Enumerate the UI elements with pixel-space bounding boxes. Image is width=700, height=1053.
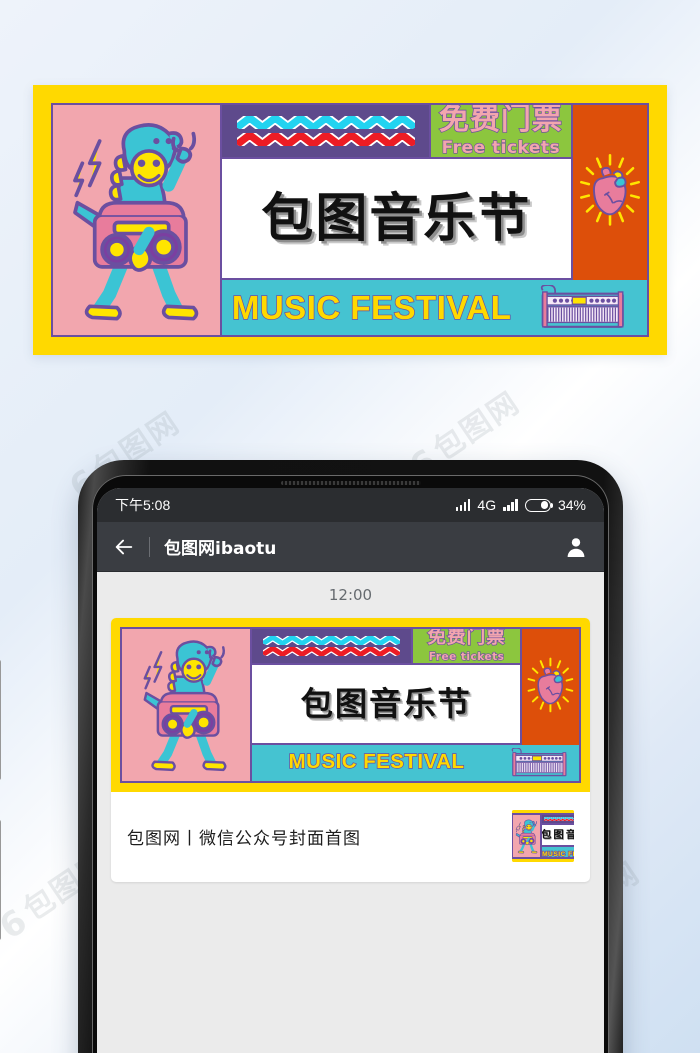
phone-mockup: 下午5:08 4G 34% 包图网ibaotu 12:00 免费门票 Free … bbox=[78, 460, 623, 1053]
phone-bezel: 下午5:08 4G 34% 包图网ibaotu 12:00 免费门票 Free … bbox=[92, 475, 609, 1053]
banner-festival-panel: MUSIC FESTIVAL bbox=[542, 846, 574, 857]
signal-bars-secondary-icon bbox=[503, 499, 518, 511]
watermark-logo-icon: 6 bbox=[0, 900, 37, 948]
banner-festival-panel: MUSIC FESTIVAL bbox=[222, 279, 647, 335]
banner-title-panel: 包图音乐节 bbox=[252, 664, 521, 745]
synthesizer-keyboard-icon bbox=[501, 747, 575, 778]
anatomical-heart-icon bbox=[578, 126, 642, 259]
person-avatar-icon[interactable] bbox=[564, 535, 588, 559]
status-bar: 下午5:08 4G 34% bbox=[97, 488, 604, 522]
free-tickets-cn-label: 免费门票 bbox=[438, 105, 563, 137]
appbar-divider bbox=[149, 536, 150, 557]
free-tickets-en-label: Free tickets bbox=[441, 138, 561, 158]
battery-percent-label: 34% bbox=[557, 497, 586, 513]
banner-zigzag-panel bbox=[252, 629, 414, 663]
chat-area: 12:00 免费门票 Free tickets 包图音乐节 MUSIC FESTIVA… bbox=[97, 572, 604, 1053]
zigzag-red-icon bbox=[544, 819, 574, 822]
free-tickets-en-label: Free tickets bbox=[428, 651, 505, 663]
back-arrow-icon[interactable] bbox=[113, 536, 135, 558]
banner-zigzag-panel bbox=[542, 815, 574, 823]
music-festival-label: MUSIC FESTIVAL bbox=[542, 850, 574, 857]
banner-main-title: 包图音乐节 bbox=[261, 188, 532, 249]
banner-top-row: 免费门票 Free tickets bbox=[252, 629, 521, 665]
dinosaur-musician-icon bbox=[57, 109, 216, 331]
free-tickets-cn-label: 免费门票 bbox=[427, 629, 506, 649]
banner-right-column: 免费门票Free tickets 包图音乐节 MUSIC FESTIVAL bbox=[222, 105, 647, 335]
message-thumbnail[interactable]: 免费门票Free tickets 包图音乐节 MUSIC FESTIVAL bbox=[512, 810, 574, 862]
status-time: 下午5:08 bbox=[115, 497, 171, 513]
phone-screen: 下午5:08 4G 34% 包图网ibaotu 12:00 免费门票 Free … bbox=[97, 488, 604, 1053]
banner-character-panel bbox=[513, 815, 543, 857]
banner-character-panel bbox=[122, 629, 253, 781]
banner-main-title: 包图音乐节 bbox=[300, 684, 472, 723]
banner-free-tickets-panel: 免费门票 Free tickets bbox=[431, 105, 571, 158]
banner-main-title: 包图音乐节 bbox=[542, 828, 574, 841]
music-festival-label: MUSIC FESTIVAL bbox=[231, 288, 512, 326]
banner-right-column: 免费门票 Free tickets 包图音乐节 MUSIC FESTIVAL bbox=[252, 629, 579, 781]
battery-icon bbox=[524, 498, 554, 512]
dinosaur-musician-icon bbox=[124, 631, 247, 778]
synthesizer-keyboard-icon bbox=[521, 284, 641, 330]
anatomical-heart-icon bbox=[526, 643, 575, 731]
dinosaur-musician-icon bbox=[514, 816, 539, 856]
signal-bars-icon bbox=[455, 499, 471, 511]
watermark-text: 包图网 bbox=[427, 385, 527, 468]
banner-title-panel: 包图音乐节 bbox=[222, 159, 571, 280]
thumbnail-banner: 免费门票Free tickets 包图音乐节 MUSIC FESTIVAL bbox=[512, 810, 574, 862]
banner-title-panel: 包图音乐节 bbox=[542, 824, 574, 847]
message-card-title: 包图网丨微信公众号封面首图 bbox=[127, 828, 361, 849]
banner-top-row: 免费门票Free tickets bbox=[222, 105, 571, 160]
chat-message-card[interactable]: 免费门票 Free tickets 包图音乐节 MUSIC FESTIVAL 包图网丨… bbox=[111, 618, 590, 882]
banner-festival-panel: MUSIC FESTIVAL bbox=[252, 744, 579, 781]
network-type-label: 4G bbox=[477, 497, 497, 513]
banner-zigzag-panel bbox=[222, 105, 432, 158]
phone-speaker-grille bbox=[280, 481, 421, 485]
banner-inner: 免费门票Free tickets 包图音乐节 MUSIC FESTIVAL bbox=[51, 103, 649, 337]
app-bar: 包图网ibaotu bbox=[97, 522, 604, 572]
appbar-title: 包图网ibaotu bbox=[164, 539, 277, 559]
banner-free-tickets-panel: 免费门票 Free tickets bbox=[413, 629, 521, 663]
zigzag-cyan-icon bbox=[236, 115, 415, 130]
banner-top-row: 免费门票Free tickets bbox=[542, 815, 574, 825]
hero-music-festival-banner: 免费门票 Free tickets 包图音乐节 MUSIC FESTIVAL bbox=[33, 85, 667, 355]
banner-right-column: 免费门票Free tickets 包图音乐节 MUSIC FESTIVAL bbox=[542, 815, 574, 857]
chat-timestamp: 12:00 bbox=[328, 586, 373, 604]
zigzag-red-icon bbox=[236, 132, 415, 147]
phone-volume-down-button[interactable] bbox=[0, 820, 1, 940]
banner-character-panel bbox=[53, 105, 223, 335]
banner-heart-panel bbox=[570, 105, 647, 280]
banner-heart-panel bbox=[520, 629, 579, 745]
phone-volume-up-button[interactable] bbox=[0, 660, 1, 780]
message-card-footer: 包图网丨微信公众号封面首图 免费门票Free tickets 包图音乐节 MUSIC… bbox=[111, 792, 590, 882]
music-festival-label: MUSIC FESTIVAL bbox=[288, 750, 465, 774]
message-cover-banner[interactable]: 免费门票 Free tickets 包图音乐节 MUSIC FESTIVAL bbox=[111, 618, 590, 792]
banner-inner: 免费门票Free tickets 包图音乐节 MUSIC FESTIVAL bbox=[512, 813, 574, 859]
banner-inner: 免费门票 Free tickets 包图音乐节 MUSIC FESTIVAL bbox=[120, 627, 581, 783]
zigzag-red-icon bbox=[263, 647, 400, 656]
zigzag-cyan-icon bbox=[263, 635, 400, 645]
